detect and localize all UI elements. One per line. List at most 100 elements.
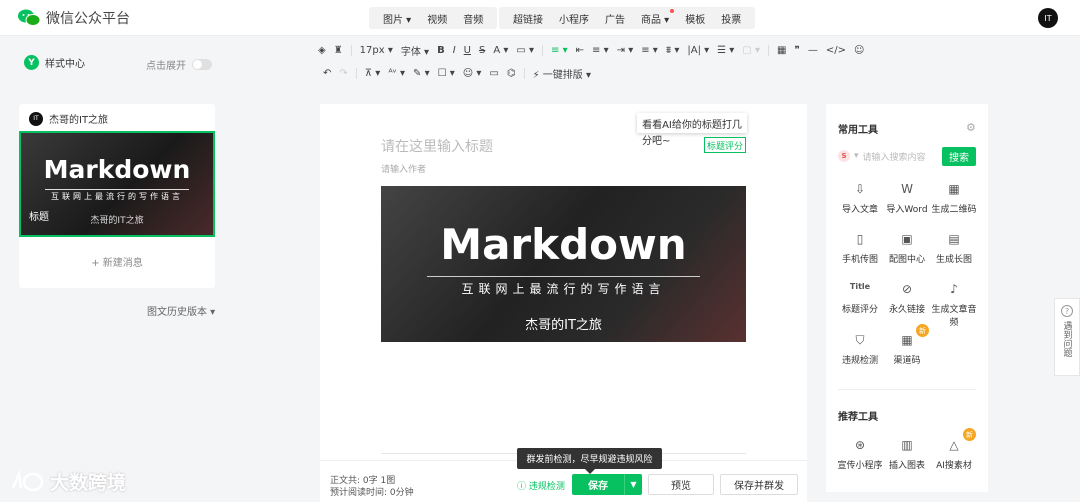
letter-spacing-icon[interactable]: ⩩ ▾ [666,45,680,56]
menu-video[interactable]: 视频 [419,11,455,26]
font-size-select[interactable]: 17px ▾ [360,45,393,56]
insert-chart-tool[interactable]: ▥ 插入图表 [881,438,933,471]
image-frame-icon[interactable]: ☐ ▾ [438,68,455,79]
import-article-tool[interactable]: ⇩ 导入文章 [834,182,886,215]
case-icon[interactable]: ᴬᵛ ▾ [388,68,405,79]
new-message-button[interactable]: + 新建消息 [19,254,215,269]
tools-panel: 常用工具 ⚙ S ▾ 请输入搜索内容 搜索 ⇩ 导入文章 W 导入Word ▦ 生成二… [826,104,988,492]
divider [350,45,352,56]
card-icon[interactable]: ▭ [489,68,498,79]
expand-toggle[interactable]: 点击展开 [146,57,212,72]
image-icon: ▣ [901,232,913,246]
account-avatar: IT [29,111,43,126]
title-input[interactable]: 请在这里输入标题 [381,136,493,156]
thumb-subtitle: 互联网上最流行的写作语言 [51,192,183,201]
channel-code-tool[interactable]: ▦ 渠道码 [881,333,933,366]
menu-vote[interactable]: 投票 [713,11,749,26]
bold-button[interactable]: B [437,45,445,56]
style-center-button[interactable]: Y 样式中心 [24,55,85,70]
briefcase-icon[interactable]: ⌬ [507,68,516,79]
shield-icon: ⛉ [855,333,865,347]
strikethrough-button[interactable]: S [479,45,485,56]
menu-link[interactable]: 超链接 [505,11,551,26]
long-image-icon: ▤ [948,232,960,246]
indent-icon[interactable]: ⇤ [576,45,584,56]
violation-check-button[interactable]: ⓘ 违规检测 [517,479,565,492]
tool-search-input[interactable]: S ▾ 请输入搜索内容 [838,147,946,165]
image-center-tool[interactable]: ▣ 配图中心 [881,232,933,265]
account-name: 杰哥的IT之旅 [49,115,109,126]
violation-tooltip: 群发前检测，尽早规避违规风险 [517,448,662,474]
align-left-icon[interactable]: ≡ ▾ [551,45,568,56]
toggle-switch[interactable] [192,59,212,70]
history-label: 图文历史版本 [147,307,207,318]
menu-template[interactable]: 模板 [677,11,713,26]
undo-icon[interactable]: ↶ [323,68,331,79]
border-icon[interactable]: ▢ ▾ [742,45,760,56]
save-dropdown-icon[interactable]: ▼ [624,474,642,495]
user-avatar[interactable]: IT [1038,8,1058,28]
article-thumbnail[interactable]: Markdown 互联网上最流行的写作语言 标题 杰哥的IT之旅 [19,131,215,237]
format-painter-icon[interactable]: ◈ [318,45,326,56]
long-image-tool[interactable]: ▤ 生成长图 [928,232,980,265]
align-center-icon[interactable]: ≡ ▾ [592,45,609,56]
redo-icon[interactable]: ↷ [339,68,347,79]
new-badge: 新 [963,428,976,441]
line-height-icon[interactable]: ≡ ▾ [641,45,658,56]
title-score-tool[interactable]: Title 标题评分 [834,282,886,315]
author-input[interactable]: 请输入作者 [381,162,426,175]
save-button[interactable]: 保存 ▼ [572,474,642,495]
thumb-title: Markdown [43,155,191,184]
list-icon[interactable]: ☰ ▾ [717,45,734,56]
menu-miniprogram[interactable]: 小程序 [551,11,597,26]
save-and-send-button[interactable]: 保存并群发 [720,474,798,495]
font-color-button[interactable]: A ▾ [493,45,508,56]
outdent-icon[interactable]: ⇥ ▾ [617,45,634,56]
background-color-icon[interactable]: ▭ ▾ [516,45,534,56]
violation-check-tool[interactable]: ⛉ 违规检测 [834,333,886,366]
font-family-select[interactable]: 字体 ▾ [401,43,429,58]
style-center-label: 样式中心 [45,59,85,70]
article-list-panel: IT 杰哥的IT之旅 Markdown 互联网上最流行的写作语言 标题 杰哥的I… [19,104,215,288]
permanent-link-tool[interactable]: ⊘ 永久链接 [881,282,933,315]
auto-layout-button[interactable]: ⚡ 一键排版 ▾ [533,66,591,81]
thumb-divider [45,189,189,190]
cover-image[interactable]: Markdown 互联网上最流行的写作语言 杰哥的IT之旅 [381,186,746,342]
pen-icon[interactable]: ✎ ▾ [413,68,430,79]
menu-goods[interactable]: 商品 ▾ [633,8,677,26]
ai-search-tool[interactable]: △ AI搜素材 [928,438,980,471]
paragraph-spacing-icon[interactable]: |A| ▾ [687,45,709,56]
menu-ad[interactable]: 广告 [597,11,633,26]
menu-image[interactable]: 图片 ▾ [375,11,419,26]
search-button[interactable]: 搜索 [942,147,976,166]
thumb-author: 杰哥的IT之旅 [90,216,144,226]
phone-upload-tool[interactable]: ▯ 手机传图 [834,232,886,265]
help-side-tab[interactable]: ? 遇到问题 [1054,298,1080,376]
cover-author: 杰哥的IT之旅 [525,318,602,333]
underline-button[interactable]: U [464,45,471,56]
watermark-logo-icon [11,469,44,491]
qrcode-tool[interactable]: ▦ 生成二维码 [928,182,980,215]
import-word-tool[interactable]: W 导入Word [881,182,933,215]
history-version-button[interactable]: 图文历史版本 ▾ [147,303,215,318]
top-bar: 微信公众平台 图片 ▾ 视频 音频 超链接 小程序 广告 商品 ▾ 模板 投票 … [0,0,1080,36]
code-icon[interactable]: </> [826,45,846,56]
table-icon[interactable]: ▦ [777,45,786,56]
promo-miniprogram-tool[interactable]: ⊛ 宣传小程序 [834,438,886,471]
clear-format-icon[interactable]: ♜ [334,45,343,56]
logo[interactable]: 微信公众平台 [18,8,130,28]
title-score-button[interactable]: 标题评分 [704,137,746,153]
superscript-icon[interactable]: ⊼ ▾ [365,68,381,79]
article-audio-tool[interactable]: ♪ 生成文章音频 [928,282,980,328]
menu-audio[interactable]: 音频 [455,11,491,26]
horizontal-rule-icon[interactable]: — [808,45,818,56]
gear-icon[interactable]: ⚙ [966,121,976,134]
preview-button[interactable]: 预览 [648,474,714,495]
divider [767,45,769,56]
violation-check-label: 违规检测 [528,482,565,492]
sticker-icon[interactable]: ☺ ▾ [463,68,482,79]
emoji-icon[interactable]: ☺ [854,45,864,56]
word-icon: W [901,182,913,196]
italic-button[interactable]: I [453,45,456,56]
quote-icon[interactable]: ❞ [794,45,799,56]
